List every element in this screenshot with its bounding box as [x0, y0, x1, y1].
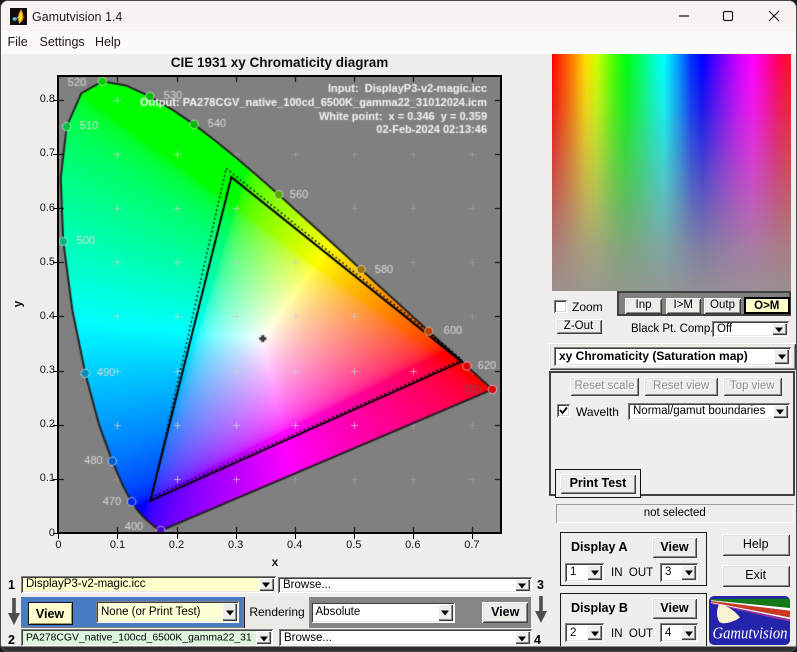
svg-text:Gamutvision: Gamutvision	[713, 624, 788, 643]
